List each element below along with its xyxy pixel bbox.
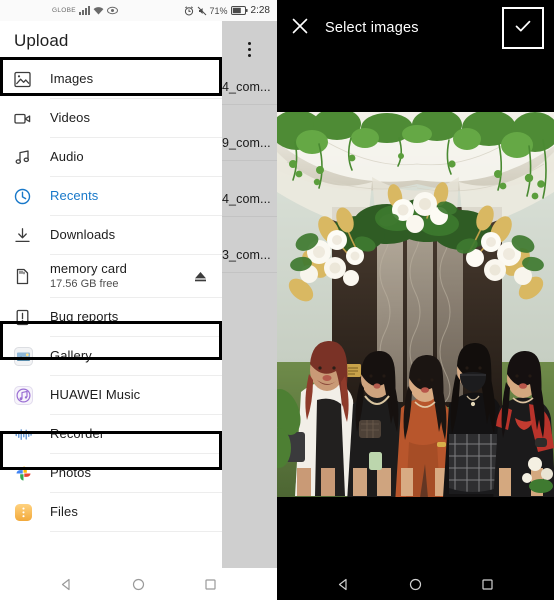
menu-item-label: Recorder xyxy=(50,425,105,441)
vibrate-mute-icon xyxy=(197,6,207,16)
overflow-menu-icon xyxy=(248,41,251,57)
left-phone-screen: 4_com... 9_com... 4_com... 3_com... GLOB… xyxy=(0,0,277,600)
close-x-icon[interactable] xyxy=(291,17,309,40)
menu-item-label: Images xyxy=(50,70,94,86)
upload-drawer: Upload Images Videos Audio Recents Downl… xyxy=(0,21,222,568)
download-icon xyxy=(14,224,40,246)
wifi-icon xyxy=(93,6,104,15)
page-title: Select images xyxy=(325,20,419,36)
confirm-selection-button[interactable] xyxy=(502,7,544,49)
eject-icon[interactable] xyxy=(193,269,208,284)
home-circle-icon[interactable] xyxy=(121,574,155,594)
menu-item-bug-reports[interactable]: Bug reports xyxy=(0,298,222,336)
list-item[interactable]: 4_com... xyxy=(222,192,277,206)
google-photos-icon xyxy=(14,462,40,484)
menu-item-label: Gallery xyxy=(50,347,92,363)
android-navigation-bar-right xyxy=(277,568,554,600)
list-item[interactable]: 9_com... xyxy=(222,136,277,150)
files-app-icon xyxy=(14,501,40,523)
bug-report-icon xyxy=(14,306,40,328)
page-title: Upload xyxy=(14,30,69,50)
carrier-label: GLOBE xyxy=(52,7,76,14)
menu-item-label: Bug reports xyxy=(50,308,119,324)
recorder-icon xyxy=(14,423,40,445)
menu-item-photos[interactable]: Photos xyxy=(0,454,222,492)
photo-illustration xyxy=(277,112,554,497)
menu-item-recorder[interactable]: Recorder xyxy=(0,415,222,453)
list-item[interactable]: 4_com... xyxy=(222,80,277,94)
recents-square-icon[interactable] xyxy=(194,574,228,594)
divider xyxy=(50,531,222,532)
menu-item-huawei-music[interactable]: HUAWEI Music xyxy=(0,376,222,414)
clock-icon xyxy=(14,185,40,207)
menu-item-downloads[interactable]: Downloads xyxy=(0,216,222,254)
list-item[interactable]: 3_com... xyxy=(222,248,277,262)
menu-item-label: Recents xyxy=(50,187,99,203)
alarm-icon xyxy=(184,5,194,16)
checkmark-icon xyxy=(513,16,533,41)
status-bar: GLOBE 71% 2:28 xyxy=(0,0,277,21)
audio-icon xyxy=(14,146,40,168)
huawei-music-icon xyxy=(14,384,40,406)
eye-comfort-icon xyxy=(106,6,118,15)
menu-item-label: memory card xyxy=(50,261,127,277)
screenshot-root: 4_com... 9_com... 4_com... 3_com... GLOB… xyxy=(0,0,554,600)
menu-item-label: HUAWEI Music xyxy=(50,386,141,402)
menu-item-label: Audio xyxy=(50,148,84,164)
menu-item-images[interactable]: Images xyxy=(0,60,222,98)
overflow-menu-button[interactable] xyxy=(222,21,277,77)
right-phone-screen: Select images xyxy=(277,0,554,600)
menu-item-recents[interactable]: Recents xyxy=(0,177,222,215)
android-navigation-bar-left xyxy=(0,568,277,600)
gallery-app-icon xyxy=(14,345,40,367)
image-icon xyxy=(14,68,40,90)
source-menu-list: Images Videos Audio Recents Downloads me… xyxy=(0,60,222,532)
video-icon xyxy=(14,107,40,129)
menu-item-audio[interactable]: Audio xyxy=(0,138,222,176)
battery-icon xyxy=(230,6,248,15)
menu-item-memory-card[interactable]: memory card 17.56 GB free xyxy=(0,255,222,297)
home-circle-icon[interactable] xyxy=(398,574,432,594)
recents-square-icon[interactable] xyxy=(471,574,505,594)
menu-item-label: Photos xyxy=(50,464,92,480)
back-triangle-icon[interactable] xyxy=(326,574,360,594)
menu-item-files[interactable]: Files xyxy=(0,493,222,531)
menu-item-label: Files xyxy=(50,503,78,519)
menu-item-sublabel: 17.56 GB free xyxy=(50,277,119,290)
menu-item-label: Videos xyxy=(50,109,91,125)
select-images-appbar: Select images xyxy=(277,0,554,56)
menu-item-label: Downloads xyxy=(50,226,116,242)
signal-bars-icon xyxy=(78,6,90,15)
sdcard-icon xyxy=(14,265,40,287)
menu-item-gallery[interactable]: Gallery xyxy=(0,337,222,375)
battery-percent-label: 71% xyxy=(209,5,228,16)
back-triangle-icon[interactable] xyxy=(49,574,83,594)
menu-item-videos[interactable]: Videos xyxy=(0,99,222,137)
selected-photo[interactable] xyxy=(277,112,554,497)
clock-time-label: 2:28 xyxy=(250,5,270,16)
